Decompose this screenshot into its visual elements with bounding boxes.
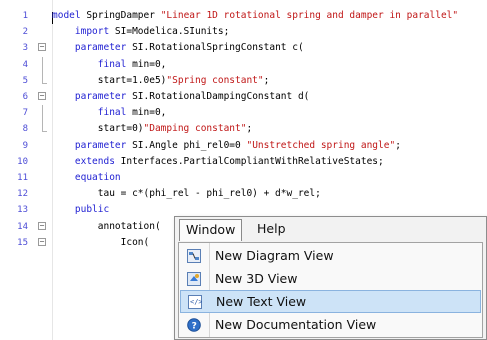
string-token: "Damping constant" [143,123,247,135]
keyword-token: model [52,10,81,21]
keyword-token: parameter [52,139,127,151]
code-line[interactable]: 6 − parameter SI.RotationalDampingConstan… [0,89,487,105]
menu-item-new-text-view[interactable]: </> New Text View [180,290,481,313]
fold-guide-end [42,82,47,84]
code-token: ; [263,74,270,86]
line-number: 15 [17,237,28,248]
string-token: "Unstretched spring angle" [246,139,396,151]
fold-guide-end [42,131,47,133]
line-number: 4 [22,59,28,70]
3d-view-icon [187,271,201,286]
code-line[interactable]: 8 start=0)"Damping constant"; [0,121,487,137]
code-token: min=0, [126,58,167,70]
code-line[interactable]: 10 extends Interfaces.PartialCompliantWi… [0,154,487,170]
code-text: annotation( [52,219,161,235]
fold-toggle-icon[interactable]: − [38,43,46,52]
code-token: SI.Angle phi_rel0=0 [126,139,247,151]
text-view-icon: </> [188,294,203,309]
string-token: "Spring constant" [166,74,264,86]
line-number: 10 [17,156,28,167]
keyword-token: extends [52,155,115,167]
code-token: ; [246,123,253,135]
keyword-token: parameter [52,42,127,54]
diagram-view-icon [187,248,201,263]
fold-guide [42,56,43,83]
line-number: 14 [17,221,28,232]
code-text: tau = c*(phi_rel - phi_rel0) + d*w_rel; [52,186,321,202]
code-token: min=0, [126,107,167,119]
code-line[interactable]: 3 − parameter SI.RotationalSpringConstant… [0,40,487,56]
menu-item-new-documentation-view[interactable]: ? New Documentation View [179,313,482,336]
keyword-token: final [52,107,127,119]
menu-item-label: New 3D View [215,271,298,286]
line-number: 8 [22,124,28,135]
code-text: start=1.0e5)"Spring constant"; [52,73,270,89]
code-token: SpringDamper [80,10,161,21]
menu-help[interactable]: Help [251,219,292,239]
code-token: start=0) [52,123,144,135]
code-line[interactable]: 4 final min=0, [0,57,487,73]
code-token: Interfaces.PartialCompliantWithRelativeS… [114,155,384,167]
fold-toggle-icon[interactable]: − [38,221,46,230]
code-text: public [52,202,109,218]
code-text: parameter SI.RotationalDampingConstant d… [52,89,310,105]
keyword-token: final [52,58,127,70]
line-number: 13 [17,205,28,216]
window-menu-popup: Window Help New Diagram View New 3D View… [174,216,487,340]
menu-item-label: New Text View [216,294,307,309]
code-token: annotation( [52,220,161,232]
code-token: SI.RotationalSpringConstant c( [126,42,304,54]
window-menu-dropdown: New Diagram View New 3D View </> New Tex… [178,242,483,338]
code-token: Icon( [52,236,150,248]
code-text: Icon( [52,235,150,251]
line-number: 5 [22,75,28,86]
menu-item-label: New Documentation View [215,317,377,332]
code-text: start=0)"Damping constant"; [52,121,252,137]
code-line[interactable]: 5 start=1.0e5)"Spring constant"; [0,73,487,89]
code-token: ; [395,139,401,151]
line-number: 9 [22,140,28,151]
line-number: 12 [17,189,28,200]
menu-item-label: New Diagram View [215,248,334,263]
code-token: SI.RotationalDampingConstant d( [126,91,310,102]
line-number: 2 [22,27,28,38]
code-text: extends Interfaces.PartialCompliantWithR… [52,154,384,170]
code-line[interactable]: 12 tau = c*(phi_rel - phi_rel0) + d*w_re… [0,186,487,202]
code-token: start=1.0e5) [52,74,167,86]
keyword-token: public [52,204,110,216]
svg-text:</>: </> [190,298,202,306]
line-number: 11 [17,173,28,183]
code-line[interactable]: 7 final min=0, [0,105,487,121]
code-text: final min=0, [52,57,167,73]
line-number: 1 [22,11,28,21]
code-text: parameter SI.RotationalSpringConstant c( [52,40,304,56]
fold-toggle-icon[interactable]: − [38,237,46,246]
code-text: parameter SI.Angle phi_rel0=0 "Unstretch… [52,138,401,154]
code-line[interactable]: 9 parameter SI.Angle phi_rel0=0 "Unstret… [0,138,487,154]
code-token: SI=Modelica.SIunits; [109,26,230,38]
code-line[interactable]: 11 equation [0,170,487,186]
menu-window[interactable]: Window [179,219,243,241]
keyword-token: equation [52,172,121,183]
line-number: 3 [22,43,28,54]
line-number: 7 [22,108,28,119]
code-text: final min=0, [52,105,167,121]
svg-text:?: ? [192,322,197,332]
fold-toggle-icon[interactable]: − [38,92,46,100]
keyword-token: import [52,26,110,38]
menu-item-new-3d-view[interactable]: New 3D View [179,267,482,290]
keyword-token: parameter [52,91,127,102]
fold-guide [42,105,43,132]
string-token: "Linear 1D rotational spring and damper … [160,10,459,21]
menu-item-new-diagram-view[interactable]: New Diagram View [179,244,482,267]
menu-bar: Window Help [175,217,486,241]
code-line[interactable]: 1 model SpringDamper "Linear 1D rotationa… [0,8,487,24]
code-token: tau = c*(phi_rel - phi_rel0) + d*w_rel; [52,188,321,200]
code-line[interactable]: 2 import SI=Modelica.SIunits; [0,24,487,40]
code-text: equation [52,170,121,186]
code-text: model SpringDamper "Linear 1D rotational… [52,8,458,24]
line-number: 6 [22,92,28,102]
code-text: import SI=Modelica.SIunits; [52,24,229,40]
documentation-view-icon: ? [187,317,201,332]
